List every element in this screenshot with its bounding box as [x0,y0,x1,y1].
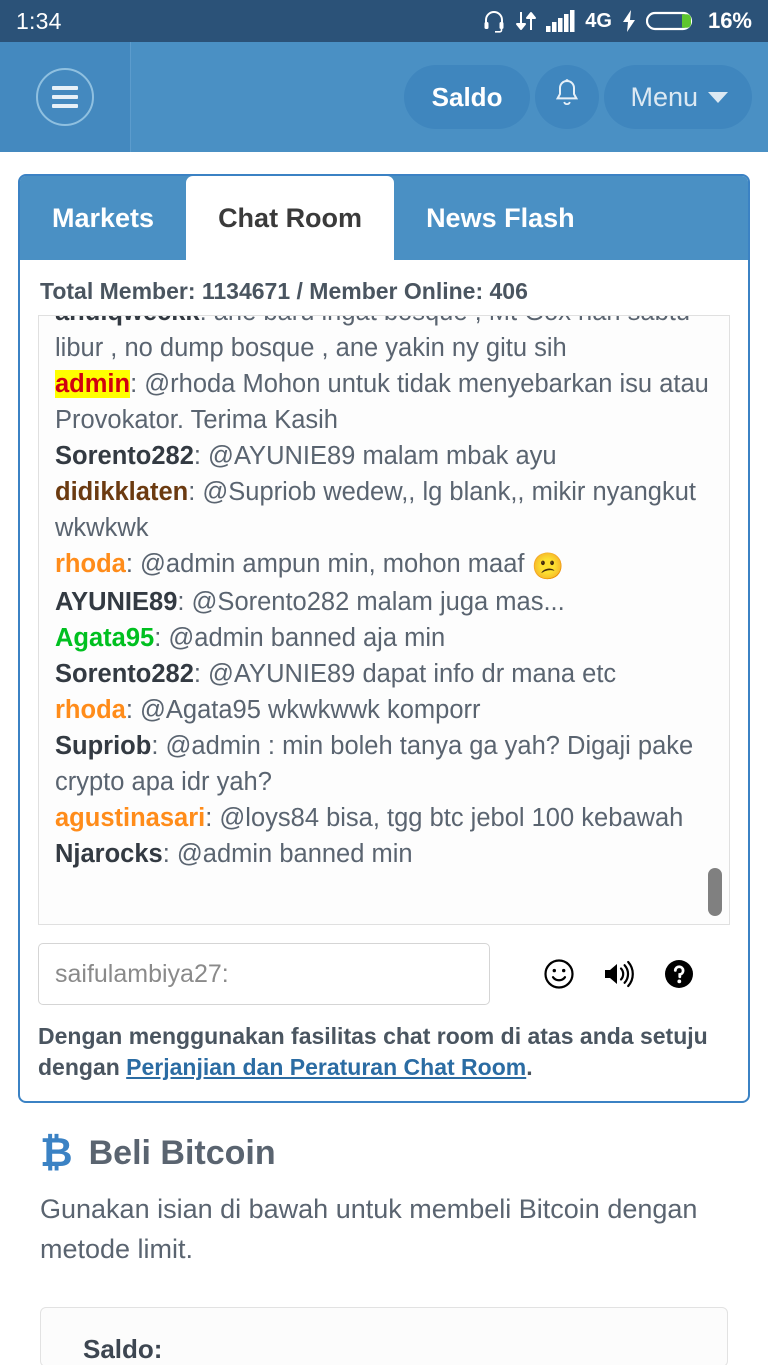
chat-message-username[interactable]: agustinasari [55,804,205,832]
chat-message-username[interactable]: ahuiqweckk [55,316,200,326]
hamburger-bar [52,86,78,90]
chat-message-text: : @loys84 bisa, tgg btc jebol 100 kebawa… [205,804,684,832]
chat-rules-link[interactable]: Perjanjian dan Peraturan Chat Room [126,1054,526,1080]
chat-message: AYUNIE89: @Sorento282 malam juga mas... [55,584,713,620]
chat-message-text: : @admin : min boleh tanya ga yah? Digaj… [55,732,694,796]
chat-message-username[interactable]: rhoda [55,550,126,578]
saldo-label: Saldo [431,81,503,112]
status-clock: 1:34 [16,7,62,34]
hamburger-bar [52,95,78,99]
tab-chat-room-label: Chat Room [218,202,363,233]
app-header: Saldo Menu [0,42,768,152]
tab-strip: Markets Chat Room News Flash [20,176,748,260]
chat-message-list[interactable]: ahuiqweckk: ane baru ingat bosque , Mt G… [38,315,730,925]
chat-messages-container: ahuiqweckk: ane baru ingat bosque , Mt G… [55,316,713,872]
chat-input-row [38,943,730,1005]
chat-message-username[interactable]: Supriob [55,732,151,760]
chat-message: agustinasari: @loys84 bisa, tgg btc jebo… [55,800,713,836]
chat-message: Sorento282: @AYUNIE89 malam mbak ayu [55,438,713,474]
buy-bitcoin-section: ₿ Beli Bitcoin Gunakan isian di bawah un… [18,1103,750,1365]
chat-message-text: : @admin ampun min, mohon maaf [125,550,532,578]
header-actions: Saldo Menu [403,65,768,129]
status-bar: 1:34 4G 16% [0,0,768,42]
chat-message-username[interactable]: Sorento282 [55,660,194,688]
chat-scrollbar-track[interactable] [708,316,722,924]
chat-message-input[interactable] [38,943,490,1005]
bitcoin-icon: ₿ [40,1131,73,1175]
tab-markets-label: Markets [52,202,155,233]
saldo-card: Saldo: [40,1307,728,1365]
battery-percent-label: 16% [707,8,752,33]
help-icon[interactable] [662,957,696,991]
tab-chat-room[interactable]: Chat Room [186,176,395,260]
chat-message-text: : @Sorento282 malam juga mas... [177,588,565,616]
menu-label: Menu [630,81,698,112]
chat-message-text: : @rhoda Mohon untuk tidak menyebarkan i… [55,370,709,434]
charging-bolt-icon [621,9,637,33]
chat-message-text: : @admin banned aja min [154,624,446,652]
chat-message: didikklaten: @Supriob wedew,, lg blank,,… [55,474,713,546]
chat-message-text: : @admin banned min [162,840,413,868]
chat-message-text: : @Agata95 wkwkwwk komporr [125,696,481,724]
chat-message: Njarocks: @admin banned min [55,836,713,872]
chat-message-username[interactable]: didikklaten [55,478,188,506]
chat-message-username[interactable]: Njarocks [55,840,163,868]
tab-news-flash-label: News Flash [426,202,575,233]
chat-message: Supriob: @admin : min boleh tanya ga yah… [55,728,713,800]
chat-message-text: : @AYUNIE89 malam mbak ayu [193,442,557,470]
emoji-icon[interactable] [542,957,576,991]
disclaimer-suffix: . [526,1054,533,1080]
chat-message-username[interactable]: rhoda [55,696,126,724]
main-content: Markets Chat Room News Flash Total Membe… [0,152,768,1365]
saldo-button[interactable]: Saldo [403,65,531,129]
chat-message-text: : @AYUNIE89 dapat info dr mana etc [193,660,617,688]
headset-icon [482,9,506,33]
sound-icon[interactable] [602,957,636,991]
saldo-card-label: Saldo: [83,1334,163,1364]
confused-face-emoji-icon: 😕 [531,551,564,581]
chat-message: admin: @rhoda Mohon untuk tidak menyebar… [55,366,713,438]
sidebar-toggle-zone[interactable] [0,42,131,152]
tab-markets[interactable]: Markets [20,176,187,260]
chat-message-username[interactable]: Sorento282 [55,442,194,470]
chat-message: rhoda: @admin ampun min, mohon maaf 😕 [55,546,713,584]
chat-input-icons [542,957,696,991]
chat-message: Agata95: @admin banned aja min [55,620,713,656]
chat-message-username[interactable]: Agata95 [55,624,154,652]
tab-news-flash[interactable]: News Flash [394,176,607,260]
chat-message-username[interactable]: AYUNIE89 [55,588,177,616]
buy-bitcoin-description: Gunakan isian di bawah untuk membeli Bit… [40,1194,698,1264]
chat-message: ahuiqweckk: ane baru ingat bosque , Mt G… [55,316,713,366]
chat-message-username[interactable]: admin [55,370,131,398]
bell-icon [552,78,582,117]
member-stats: Total Member: 1134671 / Member Online: 4… [20,260,748,315]
chat-disclaimer: Dengan menggunakan fasilitas chat room d… [38,1021,730,1083]
network-type-label: 4G [585,9,612,32]
buy-bitcoin-heading: ₿ Beli Bitcoin [40,1133,728,1173]
chat-message: Sorento282: @AYUNIE89 dapat info dr mana… [55,656,713,692]
data-transfer-icon [515,9,537,33]
chat-scrollbar-thumb[interactable] [708,868,722,916]
status-indicators: 4G 16% [482,8,752,34]
battery-icon [645,9,696,33]
chat-panel: Markets Chat Room News Flash Total Membe… [18,174,750,1103]
signal-bars-icon [546,9,576,33]
chevron-down-icon [708,91,728,103]
hamburger-icon[interactable] [36,68,94,126]
chat-message: rhoda: @Agata95 wkwkwwk komporr [55,692,713,728]
menu-dropdown-button[interactable]: Menu [604,65,752,129]
hamburger-bar [52,104,78,108]
page-title: Beli Bitcoin [88,1133,276,1172]
notifications-button[interactable] [535,65,600,129]
